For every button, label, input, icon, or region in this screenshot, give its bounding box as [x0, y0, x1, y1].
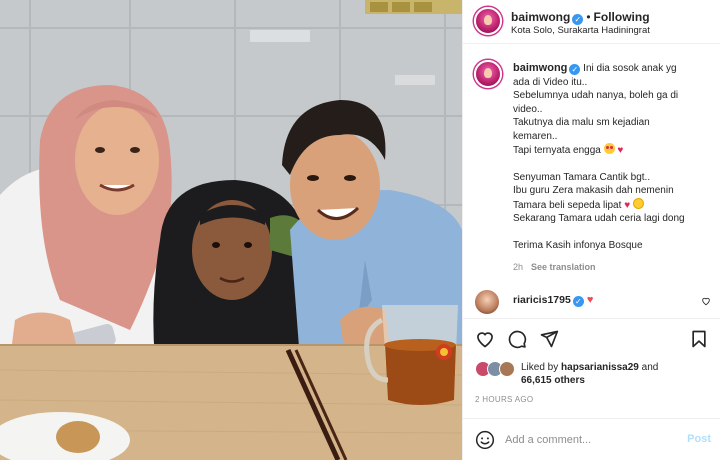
caption-line: Takutnya dia malu sm kejadian: [513, 117, 650, 128]
likes-section: Liked by hapsarianissa29 and 66,615 othe…: [463, 358, 720, 392]
caption-author-avatar[interactable]: [474, 60, 502, 88]
caption-username[interactable]: baimwong: [513, 62, 567, 74]
heart-eyes-emoji-icon: [603, 143, 615, 154]
comment-row: riaricis1795 ✓ ♥: [463, 288, 720, 316]
smile-emoji-icon: [632, 197, 644, 209]
verified-icon: ✓: [572, 14, 584, 25]
caption-line: Terima Kasih infonya Bosque: [513, 239, 643, 251]
caption-line: video..: [513, 103, 543, 115]
caption-age: 2h: [513, 262, 524, 272]
see-translation-link[interactable]: See translation: [531, 262, 596, 272]
share-icon[interactable]: [539, 329, 559, 349]
liker-avatars: [475, 361, 519, 377]
sparkling-heart-emoji-icon: ♥: [617, 145, 624, 156]
verified-icon: ✓: [572, 296, 584, 307]
post-timestamp[interactable]: 2 HOURS AGO: [475, 395, 533, 404]
red-heart-emoji-icon: ♥: [586, 294, 594, 306]
comment-icon[interactable]: [507, 329, 527, 349]
post-sidebar: baimwong ✓ • Following Kota Solo, Surakarta…: [462, 0, 720, 460]
caption-line-text: Tamara beli sepeda lipat: [513, 199, 622, 211]
liked-by-prefix: Liked by: [521, 362, 559, 373]
post-photo: [0, 0, 462, 460]
caption-line: Senyuman Tamara Cantik bgt..: [513, 171, 651, 183]
commenter-username[interactable]: riaricis1795: [513, 294, 571, 306]
caption-line: kemaren..: [513, 130, 558, 142]
caption-body: baimwong ✓ Ini dia sosok anak yg ada di V…: [513, 62, 713, 252]
bookmark-icon[interactable]: [689, 329, 709, 349]
heart-icon[interactable]: [475, 329, 495, 349]
caption-line: Sebelumnya udah nanya, boleh ga di: [513, 90, 679, 101]
author-avatar[interactable]: [474, 7, 502, 35]
caption-line: Tapi ternyata engga ♥: [513, 143, 713, 158]
post-header: baimwong ✓ • Following Kota Solo, Surakarta…: [463, 0, 720, 44]
caption: baimwong ✓ Ini dia sosok anak yg ada di V…: [463, 52, 720, 282]
likes-count[interactable]: 66,615 others: [521, 375, 585, 386]
author-username[interactable]: baimwong: [511, 10, 570, 24]
following-button[interactable]: Following: [594, 10, 650, 24]
caption-gap: [513, 226, 713, 239]
add-comment-input[interactable]: [505, 429, 675, 451]
caption-meta: 2h See translation: [513, 262, 596, 272]
add-comment-bar: Post: [463, 418, 720, 460]
verified-icon: ✓: [569, 64, 581, 75]
liked-by-line: Liked by hapsarianissa29 and: [521, 362, 658, 373]
caption-line: ada di Video itu..: [513, 76, 588, 88]
separator-dot: •: [586, 10, 591, 24]
sparkling-heart-emoji-icon: ♥: [624, 199, 631, 211]
commenter-avatar[interactable]: [475, 290, 499, 314]
photo-illustration: [0, 0, 462, 460]
caption-line: Sekarang Tamara udah ceria lagi dong: [513, 213, 685, 224]
comment-text: riaricis1795 ✓ ♥: [513, 294, 593, 307]
caption-gap: [513, 158, 713, 171]
liker-avatar[interactable]: [499, 361, 515, 377]
emoji-icon[interactable]: [475, 430, 495, 450]
action-bar: [463, 318, 720, 358]
liked-by-username[interactable]: hapsarianissa29: [561, 362, 639, 373]
post-location[interactable]: Kota Solo, Surakarta Hadiningrat: [511, 25, 650, 36]
comment-like-heart-icon[interactable]: [701, 296, 711, 306]
caption-line: Ini dia sosok anak yg: [583, 63, 677, 74]
post-comment-button[interactable]: Post: [687, 433, 711, 445]
author-line: baimwong ✓ • Following: [511, 8, 650, 26]
caption-line: Ibu guru Zera makasih dah nemenin: [513, 185, 674, 196]
liked-by-and: and: [641, 362, 659, 373]
caption-line-text: Tapi ternyata engga: [513, 145, 601, 156]
caption-line: Tamara beli sepeda lipat ♥: [513, 197, 713, 213]
